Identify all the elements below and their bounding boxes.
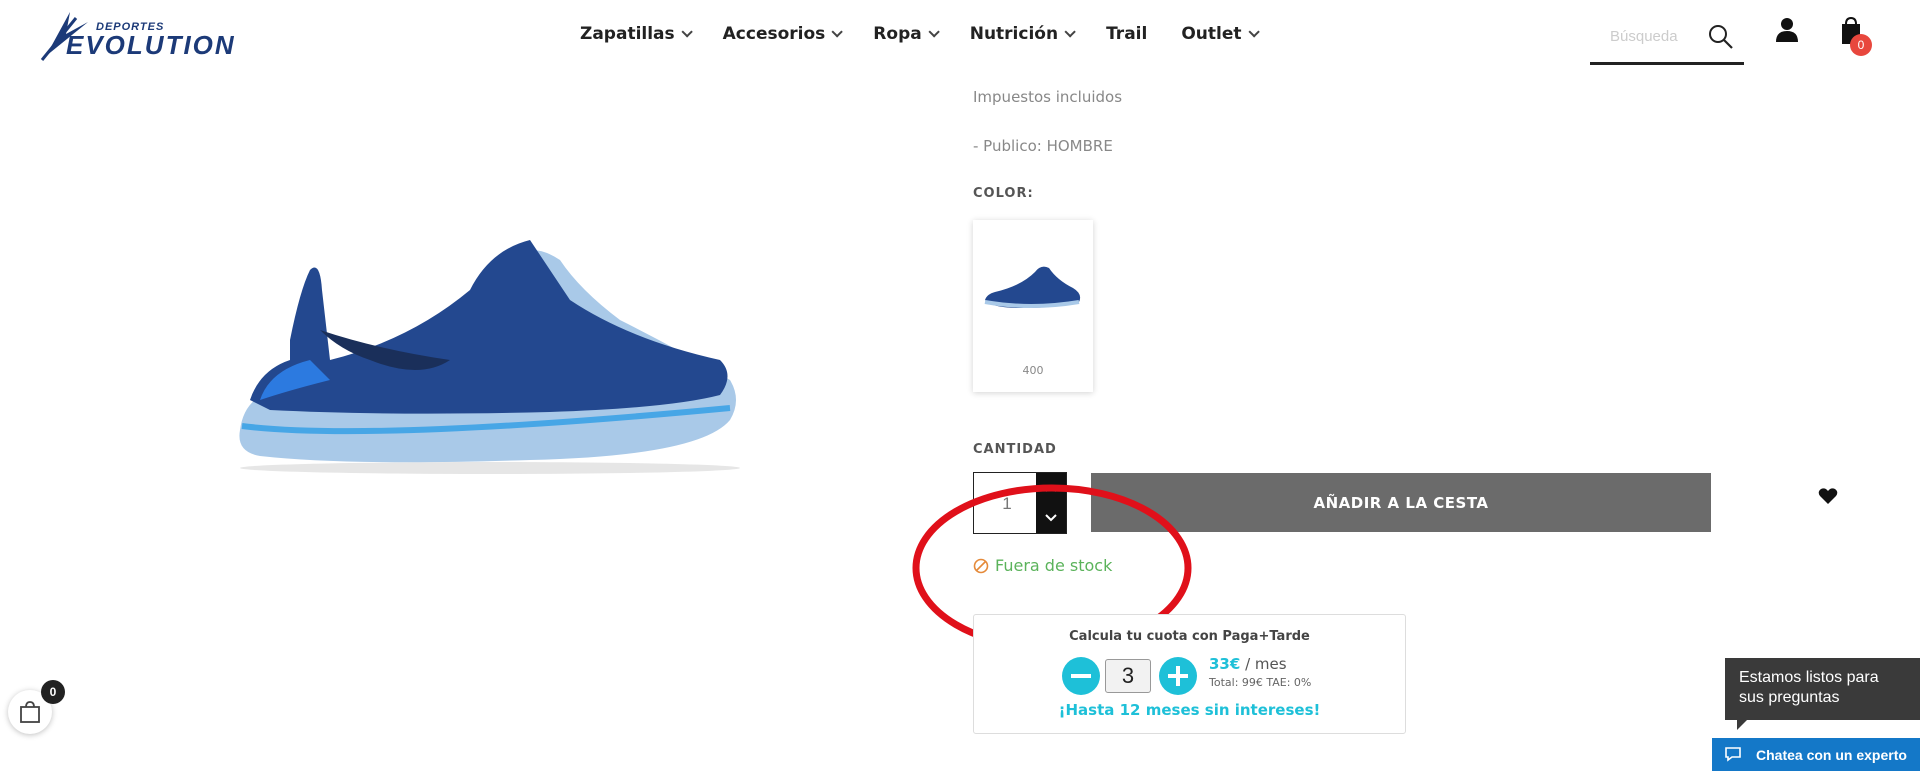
quantity-controls	[1036, 473, 1066, 533]
monthly-amount-suffix: / mes	[1240, 655, 1287, 673]
nav-label: Nutrición	[969, 24, 1059, 44]
floating-cart-count: 0	[41, 680, 65, 704]
shopping-bag-icon	[20, 701, 40, 723]
nav-label: Accesorios	[722, 24, 826, 44]
product-image[interactable]	[230, 230, 740, 490]
tax-note: Impuestos incluidos	[973, 88, 1123, 106]
nav-item-trail[interactable]: Trail	[1106, 24, 1147, 44]
search-bar	[1590, 14, 1744, 65]
chevron-down-icon	[1247, 26, 1260, 38]
chevron-down-icon	[681, 26, 693, 38]
swatch-label: 400	[1022, 364, 1044, 377]
nav-label: Trail	[1106, 24, 1148, 44]
monthly-amount: 33€ / mes	[1209, 655, 1287, 673]
chat-button-label: Chatea con un experto	[1756, 746, 1907, 763]
color-label: COLOR:	[973, 186, 1034, 201]
ban-icon	[973, 558, 989, 573]
brand-logo[interactable]: DEPORTES EVOLUTION	[40, 8, 290, 64]
site-header: DEPORTES EVOLUTION Zapatillas Accesorios…	[0, 0, 1920, 70]
chat-icon	[1725, 747, 1741, 762]
chevron-down-icon	[928, 26, 940, 38]
nav-item-outlet[interactable]: Outlet	[1181, 24, 1260, 44]
search-input[interactable]	[1608, 22, 1712, 50]
minus-button[interactable]	[1062, 657, 1100, 695]
nav-item-zapatillas[interactable]: Zapatillas	[580, 24, 693, 44]
stock-status-text: Fuera de stock	[995, 556, 1113, 575]
nav-label: Ropa	[873, 24, 922, 44]
financing-widget: Calcula tu cuota con Paga+Tarde 3 33€ / …	[973, 614, 1406, 734]
nav-item-nutricion[interactable]: Nutrición	[969, 24, 1076, 44]
stock-status: Fuera de stock	[973, 556, 1112, 575]
financing-total: Total: 99€ TAE: 0%	[1209, 676, 1312, 689]
quantity-stepper	[973, 472, 1067, 535]
chevron-up-icon[interactable]	[1036, 473, 1066, 503]
search-icon[interactable]	[1706, 22, 1736, 52]
user-icon[interactable]	[1774, 16, 1800, 44]
audience-attribute: - Publico: HOMBRE	[973, 137, 1113, 155]
color-swatch[interactable]: 400	[973, 220, 1093, 392]
plus-button[interactable]	[1159, 657, 1197, 695]
swatch-shoe-thumbnail	[984, 266, 1081, 308]
heart-icon[interactable]	[1818, 487, 1838, 505]
financing-title: Calcula tu cuota con Paga+Tarde	[1069, 629, 1310, 644]
nav-item-ropa[interactable]: Ropa	[873, 24, 940, 44]
monthly-amount-value: 33€	[1209, 655, 1241, 673]
cart-count-badge: 0	[1850, 34, 1872, 56]
financing-promo: ¡Hasta 12 meses sin intereses!	[1058, 701, 1321, 719]
months-value: 3	[1105, 659, 1151, 693]
nav-label: Outlet	[1181, 24, 1242, 44]
chevron-down-icon[interactable]	[1036, 503, 1066, 533]
add-to-cart-button[interactable]: AÑADIR A LA CESTA	[1091, 473, 1711, 532]
chat-tooltip: Estamos listos para sus preguntas	[1725, 658, 1920, 730]
nav-item-accesorios[interactable]: Accesorios	[722, 24, 844, 44]
chevron-down-icon	[831, 26, 844, 38]
quantity-input[interactable]	[974, 473, 1040, 535]
main-nav: Zapatillas Accesorios Ropa Nutrición Tra…	[580, 24, 1290, 44]
nav-label: Zapatillas	[580, 24, 675, 44]
chevron-down-icon	[1064, 26, 1076, 38]
svg-text:EVOLUTION: EVOLUTION	[66, 30, 236, 60]
chat-button[interactable]: Chatea con un experto	[1712, 738, 1920, 771]
quantity-label: CANTIDAD	[973, 442, 1057, 457]
